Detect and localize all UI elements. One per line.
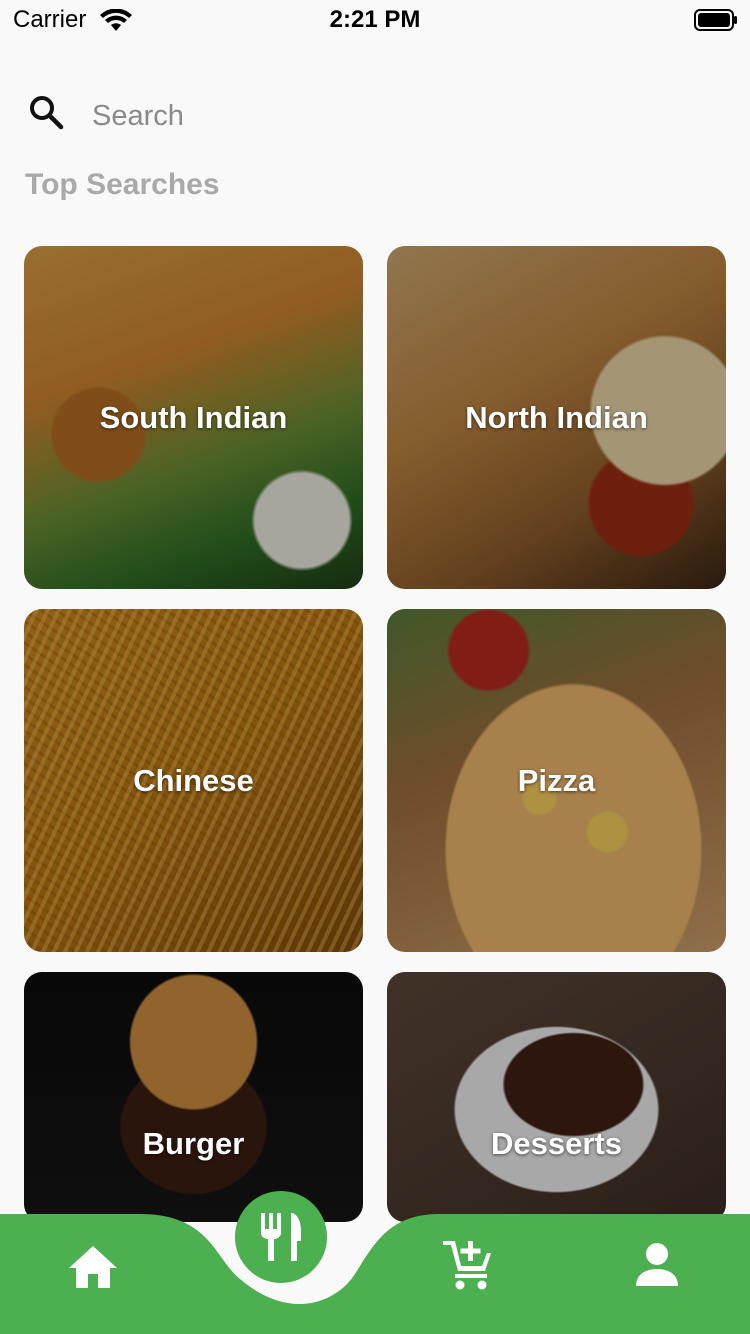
section-title: Top Searches	[25, 168, 220, 201]
restaurant-icon	[261, 1213, 301, 1261]
category-label: Desserts	[491, 1126, 622, 1161]
search-input[interactable]	[92, 94, 692, 138]
bottom-navigation	[0, 1191, 750, 1334]
add-cart-icon	[443, 1241, 491, 1290]
profile-icon	[636, 1243, 678, 1286]
clock: 2:21 PM	[329, 6, 421, 33]
category-card-north-indian[interactable]: North Indian	[387, 246, 726, 589]
nav-cart[interactable]	[437, 1234, 499, 1296]
category-card-chinese[interactable]: Chinese	[24, 609, 363, 952]
category-label: Chinese	[133, 762, 254, 798]
card-overlay	[387, 972, 726, 1222]
home-icon	[69, 1246, 117, 1288]
card-overlay	[24, 972, 363, 1222]
battery-icon	[694, 9, 737, 31]
search-icon[interactable]	[28, 94, 64, 130]
nav-restaurant[interactable]	[235, 1191, 327, 1283]
category-card-pizza[interactable]: Pizza	[387, 609, 726, 952]
category-label: Burger	[142, 1126, 245, 1161]
status-bar: Carrier 2:21 PM	[0, 0, 750, 40]
category-label: Pizza	[517, 762, 596, 798]
nav-home[interactable]	[62, 1236, 124, 1298]
category-card-south-indian[interactable]: South Indian	[24, 246, 363, 589]
category-label: South Indian	[99, 399, 288, 435]
category-label: North Indian	[465, 399, 648, 435]
category-card-burger[interactable]: Burger	[24, 972, 363, 1222]
nav-profile[interactable]	[626, 1234, 688, 1296]
category-card-desserts[interactable]: Desserts	[387, 972, 726, 1222]
